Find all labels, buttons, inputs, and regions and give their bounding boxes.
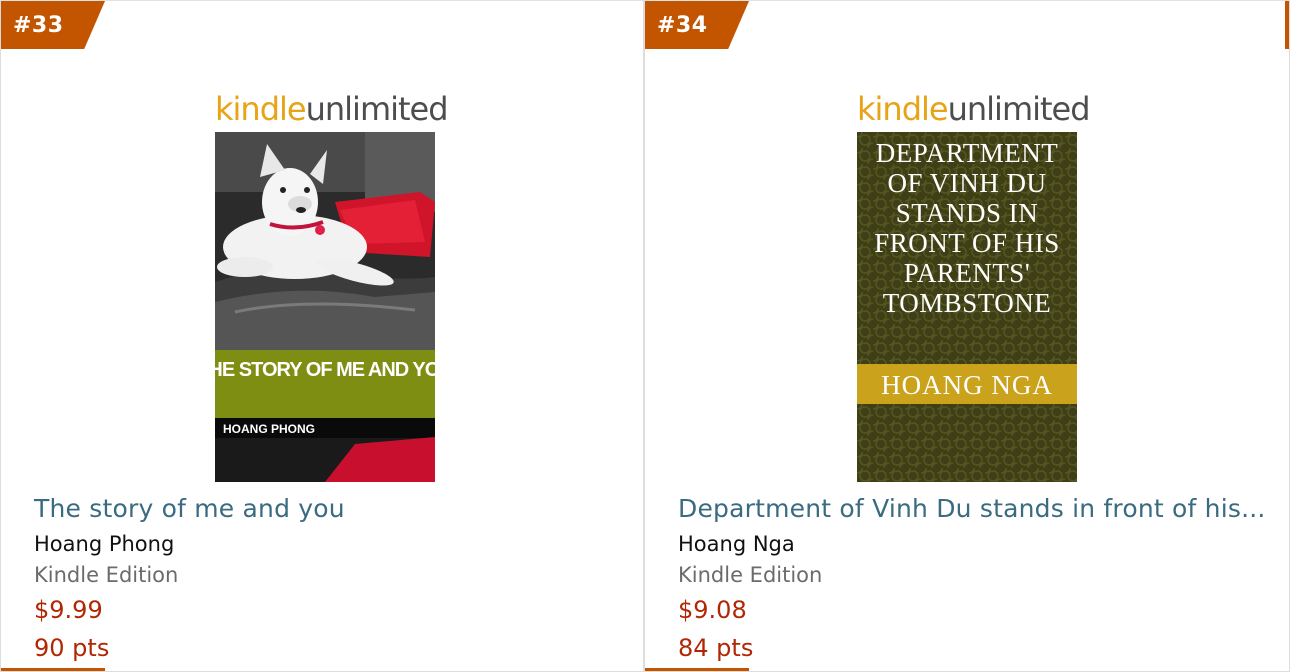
product-author: Hoang Phong — [34, 532, 175, 556]
kindle-unlimited-logo: kindleunlimited — [215, 90, 449, 128]
next-card-rank-edge — [1285, 1, 1289, 49]
product-price: $9.08 — [678, 596, 747, 624]
svg-text:THE STORY OF ME AND YOU: THE STORY OF ME AND YOU — [215, 359, 435, 381]
product-card-34: #34 kindleunlimited DEPARTMENT OF VINH D… — [644, 0, 1290, 672]
product-format: Kindle Edition — [34, 563, 179, 587]
product-card-33: #33 kindleunlimited E STORY OF ME AND YO… — [0, 0, 644, 672]
svg-text:DEPARTMENT: DEPARTMENT — [876, 138, 1058, 168]
product-points: 84 pts — [678, 634, 754, 662]
product-author: Hoang Nga — [678, 532, 795, 556]
product-points: 90 pts — [34, 634, 110, 662]
product-title-link[interactable]: The story of me and you — [34, 494, 345, 523]
bottom-accent-bar — [645, 668, 749, 671]
bottom-accent-bar — [1, 668, 105, 671]
rank-badge: #33 — [1, 1, 105, 49]
olive-pattern-background: DEPARTMENT OF VINH DU STANDS IN FRONT OF… — [857, 132, 1077, 482]
svg-text:STANDS IN: STANDS IN — [896, 198, 1039, 228]
product-price: $9.99 — [34, 596, 103, 624]
svg-text:OF VINH DU: OF VINH DU — [887, 168, 1046, 198]
book-cover-image[interactable]: THE STORY OF ME AND YOU HOANG PHONG — [215, 132, 435, 482]
rank-badge: #34 — [645, 1, 749, 49]
product-format: Kindle Edition — [678, 563, 823, 587]
svg-text:PARENTS': PARENTS' — [904, 258, 1030, 288]
svg-text:HOANG PHONG: HOANG PHONG — [223, 422, 315, 436]
svg-text:HOANG NGA: HOANG NGA — [881, 370, 1053, 400]
svg-text:TOMBSTONE: TOMBSTONE — [883, 288, 1052, 318]
book-cover-image[interactable]: DEPARTMENT OF VINH DU STANDS IN FRONT OF… — [857, 132, 1077, 482]
product-title-link[interactable]: Department of Vinh Du stands in front of… — [678, 494, 1266, 523]
dog-on-couch-photo: THE STORY OF ME AND YOU HOANG PHONG — [215, 132, 435, 482]
kindle-unlimited-logo: kindleunlimited — [857, 90, 1091, 128]
svg-text:FRONT OF HIS: FRONT OF HIS — [874, 228, 1060, 258]
